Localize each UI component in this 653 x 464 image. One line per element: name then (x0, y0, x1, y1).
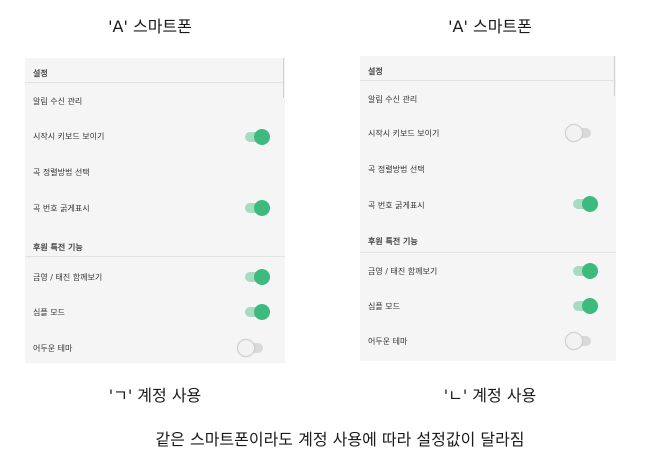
setting-simple-mode[interactable]: 심플 모드 (368, 301, 400, 312)
left-phone-title: 'A' 스마트폰 (108, 17, 192, 36)
right-phone-title: 'A' 스마트폰 (448, 17, 532, 36)
setting-sort[interactable]: 곡 정렬방법 선택 (33, 167, 90, 178)
simple-mode-toggle[interactable] (573, 298, 598, 314)
sponsor-section-header: 후원 특전 기능 (368, 237, 418, 246)
settings-header: 설정 (33, 69, 48, 78)
simple-mode-toggle[interactable] (245, 304, 270, 320)
dark-theme-toggle[interactable] (238, 340, 263, 356)
keyboard-toggle[interactable] (566, 125, 591, 141)
setting-sort[interactable]: 곡 정렬방법 선택 (368, 164, 425, 175)
keyboard-toggle[interactable] (245, 129, 270, 145)
sponsor-section-header: 후원 특전 기능 (33, 243, 83, 252)
setting-keyboard[interactable]: 시작시 키보드 보이기 (33, 131, 104, 142)
setting-bold-number[interactable]: 곡 번호 굵게표시 (368, 200, 425, 211)
setting-kumyoung-tj[interactable]: 금영 / 태진 함께보기 (368, 266, 437, 277)
bold-number-toggle[interactable] (245, 200, 270, 216)
settings-header: 설정 (368, 67, 383, 76)
setting-kumyoung-tj[interactable]: 금영 / 태진 함께보기 (33, 272, 102, 283)
dark-theme-toggle[interactable] (566, 333, 591, 349)
setting-simple-mode[interactable]: 심플 모드 (33, 307, 65, 318)
bold-number-toggle[interactable] (573, 196, 598, 212)
kumyoung-tj-toggle[interactable] (573, 263, 598, 279)
setting-dark-theme[interactable]: 어두운 테마 (368, 336, 407, 347)
setting-bold-number[interactable]: 곡 번호 굵게표시 (33, 203, 90, 214)
kumyoung-tj-toggle[interactable] (245, 269, 270, 285)
setting-notification[interactable]: 알림 수신 관리 (368, 94, 417, 105)
right-settings-panel: 설정 알림 수신 관리 시작시 키보드 보이기 곡 정렬방법 선택 곡 번호 굵… (360, 56, 616, 361)
setting-notification[interactable]: 알림 수신 관리 (33, 96, 82, 107)
setting-keyboard[interactable]: 시작시 키보드 보이기 (368, 128, 439, 139)
left-account-caption: 'ㄱ' 계정 사용 (108, 386, 202, 405)
right-account-caption: 'ㄴ' 계정 사용 (443, 386, 537, 405)
footer-note: 같은 스마트폰이라도 계정 사용에 따라 설정값이 달라짐 (155, 430, 525, 449)
left-settings-panel: 설정 알림 수신 관리 시작시 키보드 보이기 곡 정렬방법 선택 곡 번호 굵… (25, 58, 285, 363)
setting-dark-theme[interactable]: 어두운 테마 (33, 343, 72, 354)
